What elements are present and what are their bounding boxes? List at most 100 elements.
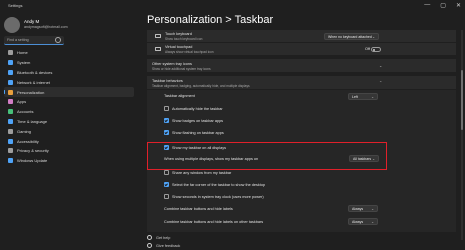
page-title: Personalization > Taskbar xyxy=(147,14,273,26)
touch-keyboard-sub: Show touch keyboard icon xyxy=(165,37,203,41)
all-displays-label: Show my taskbar on all displays xyxy=(172,145,227,150)
badges-checkbox[interactable] xyxy=(164,118,169,123)
sidebar-item-label: Accessibility xyxy=(17,138,39,144)
sidebar-item-label: Accounts xyxy=(17,109,34,115)
sidebar: Andy M andymagsoft@hotmail.com Find a se… xyxy=(0,14,140,250)
breadcrumb-personalization[interactable]: Personalization xyxy=(147,14,222,26)
network-icon xyxy=(8,79,13,85)
feedback-icon xyxy=(147,243,152,248)
sidebar-item-gaming[interactable]: Gaming xyxy=(4,126,134,136)
sidebar-item-label: Time & language xyxy=(17,118,48,124)
give-feedback-label: Give feedback xyxy=(156,243,181,248)
apps-icon xyxy=(8,99,13,105)
other-tray-icons-row[interactable]: Other system tray icons Show or hide add… xyxy=(147,59,456,72)
taskbar-behaviors-header[interactable]: Taskbar behaviors Taskbar alignment, bad… xyxy=(147,76,456,89)
sidebar-item-system[interactable]: System xyxy=(4,58,134,68)
virtual-touchpad-row: Virtual touchpad Always show virtual tou… xyxy=(147,43,456,55)
touchpad-icon xyxy=(155,47,161,51)
dropdown-value: Left xyxy=(352,94,358,99)
behaviors-body: Taskbar alignment Left ⌄ Automatically h… xyxy=(147,90,456,232)
system-icon xyxy=(8,60,13,66)
minimize-button[interactable]: — xyxy=(424,2,430,9)
accounts-icon xyxy=(8,109,13,115)
dropdown-value: When no keyboard attached xyxy=(328,34,372,39)
share-window-checkbox[interactable] xyxy=(164,170,169,175)
other-tray-label: Other system tray icons xyxy=(152,61,192,66)
search-input[interactable]: Find a setting xyxy=(4,36,64,45)
chevron-down-icon: ⌄ xyxy=(371,220,374,224)
get-help-label: Get help xyxy=(156,235,171,240)
behaviors-label: Taskbar behaviors xyxy=(152,78,183,83)
alignment-dropdown[interactable]: Left ⌄ xyxy=(348,92,378,100)
combine-main-label: Combine taskbar buttons and hide labels xyxy=(164,207,233,211)
personalization-icon xyxy=(8,89,13,95)
behaviors-sub: Taskbar alignment, badging, automaticall… xyxy=(152,83,250,88)
sidebar-nav: Home System Bluetooth & devices Network … xyxy=(4,48,134,166)
multi-display-dropdown[interactable]: All taskbars ⌄ xyxy=(349,155,379,162)
sidebar-item-accessibility[interactable]: Accessibility xyxy=(4,136,134,146)
chevron-up-icon: ⌃ xyxy=(379,80,383,85)
profile-email: andymagsoft@hotmail.com xyxy=(24,25,68,29)
shield-icon xyxy=(8,148,13,154)
sidebar-item-home[interactable]: Home xyxy=(4,48,134,58)
dropdown-value: Always xyxy=(352,220,364,225)
chevron-down-icon: ⌄ xyxy=(372,34,375,39)
far-corner-label: Select the far corner of the taskbar to … xyxy=(172,182,266,187)
far-corner-checkbox[interactable] xyxy=(164,182,169,187)
sidebar-item-label: Personalization xyxy=(17,89,45,95)
sidebar-item-windows-update[interactable]: Windows Update xyxy=(4,156,134,166)
time-language-icon xyxy=(8,118,13,124)
chevron-down-icon: ⌄ xyxy=(372,157,375,161)
dropdown-value: Always xyxy=(352,207,364,212)
scrollbar-thumb[interactable] xyxy=(461,70,463,130)
avatar xyxy=(4,17,20,33)
chevron-down-icon: ⌄ xyxy=(371,207,374,211)
touch-keyboard-dropdown[interactable]: When no keyboard attached ⌄ xyxy=(324,32,379,40)
combine-other-dropdown[interactable]: Always ⌄ xyxy=(348,218,378,225)
other-tray-sub: Show or hide additional system tray icon… xyxy=(152,66,211,71)
breadcrumb-taskbar: Taskbar xyxy=(234,14,274,26)
touch-keyboard-label: Touch keyboard xyxy=(165,32,192,36)
give-feedback-link[interactable]: Give feedback xyxy=(147,243,180,248)
sidebar-item-bluetooth[interactable]: Bluetooth & devices xyxy=(4,68,134,78)
virtual-touchpad-label: Virtual touchpad xyxy=(165,45,193,49)
touch-keyboard-row: Touch keyboard Show touch keyboard icon … xyxy=(147,30,456,42)
window-title: Settings xyxy=(8,3,23,8)
sidebar-item-time-language[interactable]: Time & language xyxy=(4,117,134,127)
sidebar-item-label: System xyxy=(17,60,31,66)
combine-other-label: Combine taskbar buttons and hide labels … xyxy=(164,220,264,224)
sidebar-item-label: Network & internet xyxy=(17,79,50,85)
close-button[interactable]: ✕ xyxy=(456,2,461,9)
maximize-button[interactable]: ▢ xyxy=(440,2,446,9)
seconds-checkbox[interactable] xyxy=(164,194,169,199)
virtual-touchpad-toggle[interactable] xyxy=(371,46,381,52)
toggle-knob xyxy=(373,48,376,51)
auto-hide-checkbox[interactable] xyxy=(164,106,169,111)
toggle-state: Off xyxy=(365,47,370,51)
sidebar-item-label: Apps xyxy=(17,99,27,105)
combine-main-dropdown[interactable]: Always ⌄ xyxy=(348,205,378,212)
sidebar-item-accounts[interactable]: Accounts xyxy=(4,107,134,117)
chevron-down-icon: ⌄ xyxy=(371,94,374,99)
profile-name: Andy M xyxy=(24,19,40,24)
gaming-icon xyxy=(8,128,13,134)
bluetooth-icon xyxy=(8,69,13,75)
sidebar-item-privacy[interactable]: Privacy & security xyxy=(4,146,134,156)
badges-label: Show badges on taskbar apps xyxy=(172,118,224,123)
sidebar-item-label: Gaming xyxy=(17,128,32,134)
dropdown-value: All taskbars xyxy=(353,157,372,162)
flashing-label: Show flashing on taskbar apps xyxy=(172,130,224,135)
flashing-checkbox[interactable] xyxy=(164,130,169,135)
sidebar-item-network[interactable]: Network & internet xyxy=(4,77,134,87)
alignment-label: Taskbar alignment xyxy=(164,94,195,98)
scrollbar[interactable] xyxy=(461,30,463,240)
sidebar-item-apps[interactable]: Apps xyxy=(4,97,134,107)
breadcrumb-separator: > xyxy=(225,14,232,26)
get-help-link[interactable]: Get help xyxy=(147,235,170,240)
all-displays-checkbox[interactable] xyxy=(164,145,169,150)
sidebar-item-label: Home xyxy=(17,50,28,56)
multi-display-label: When using multiple displays, show my ta… xyxy=(164,157,259,161)
search-placeholder: Find a setting xyxy=(7,38,29,42)
help-icon xyxy=(147,235,152,240)
sidebar-item-personalization[interactable]: Personalization xyxy=(4,87,134,97)
